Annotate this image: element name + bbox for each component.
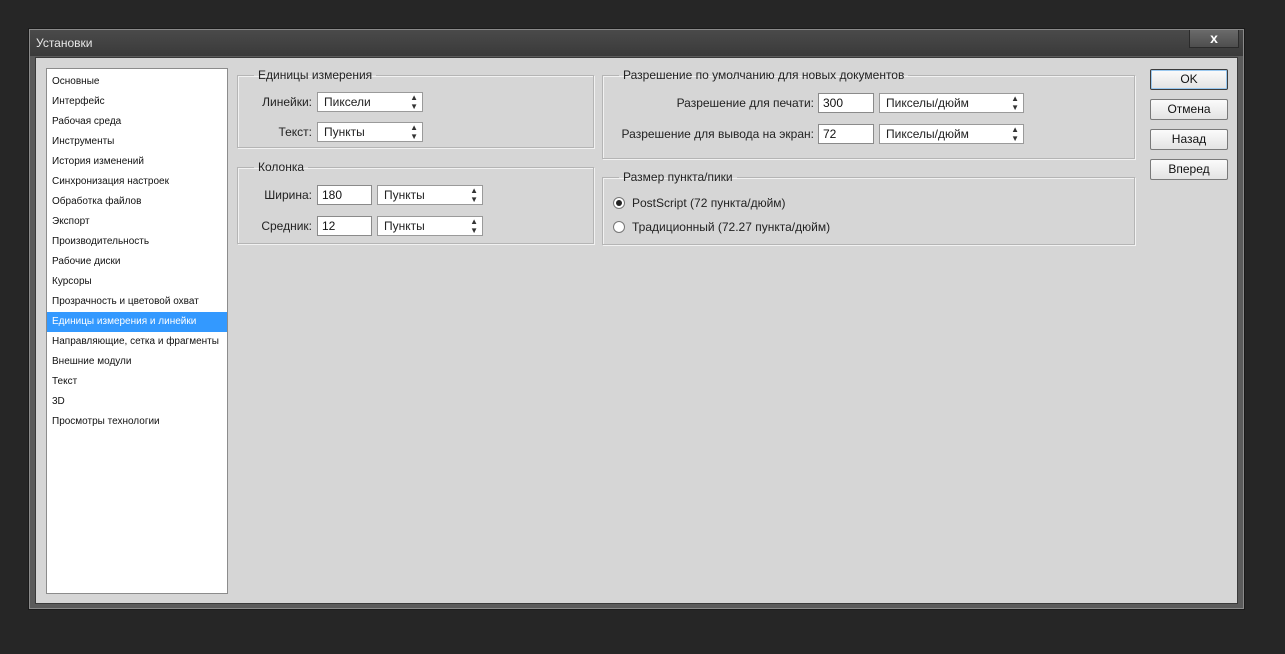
- rulers-unit-value: Пиксели: [324, 95, 371, 109]
- type-label: Текст:: [278, 125, 312, 139]
- sidebar-item[interactable]: Прозрачность и цветовой охват: [47, 292, 227, 312]
- select-arrows-icon: ▲ ▼: [410, 123, 418, 141]
- preferences-category-list[interactable]: Основные Интерфейс Рабочая среда Инструмент…: [46, 68, 228, 594]
- resolution-group-title: Разрешение по умолчанию для новых докуме…: [623, 68, 905, 82]
- print-resolution-label: Разрешение для печати:: [676, 96, 814, 110]
- sidebar-item[interactable]: Основные: [47, 72, 227, 92]
- gutter-input[interactable]: 12: [317, 216, 372, 236]
- sidebar-item[interactable]: Производительность: [47, 232, 227, 252]
- select-arrows-icon: ▲ ▼: [470, 217, 478, 235]
- sidebar-item[interactable]: Курсоры: [47, 272, 227, 292]
- print-resolution-unit-value: Пикселы/дюйм: [886, 96, 969, 110]
- sidebar-item[interactable]: Единицы измерения и линейки: [47, 312, 227, 332]
- column-width-label: Ширина:: [264, 188, 312, 202]
- select-arrows-icon: ▲ ▼: [410, 93, 418, 111]
- radio-label: PostScript (72 пункта/дюйм): [632, 196, 786, 210]
- radio-postscript[interactable]: PostScript (72 пункта/дюйм): [613, 194, 786, 212]
- sidebar-item[interactable]: Текст: [47, 372, 227, 392]
- sidebar-item[interactable]: Рабочая среда: [47, 112, 227, 132]
- close-button[interactable]: x: [1189, 30, 1239, 48]
- sidebar-item[interactable]: История изменений: [47, 152, 227, 172]
- print-resolution-unit-select[interactable]: Пикселы/дюйм ▲ ▼: [879, 93, 1024, 113]
- sidebar-item[interactable]: 3D: [47, 392, 227, 412]
- sidebar-item[interactable]: Рабочие диски: [47, 252, 227, 272]
- screen-resolution-unit-select[interactable]: Пикселы/дюйм ▲ ▼: [879, 124, 1024, 144]
- rulers-label: Линейки:: [262, 95, 312, 109]
- title-bar[interactable]: Установки x: [30, 30, 1243, 56]
- point-size-group-title: Размер пункта/пики: [623, 170, 733, 184]
- rulers-unit-select[interactable]: Пиксели ▲ ▼: [317, 92, 423, 112]
- preferences-window: Установки x Основные Интерфейс Рабочая сре…: [29, 29, 1244, 609]
- radio-button-unchecked[interactable]: [613, 221, 625, 233]
- prev-button[interactable]: Назад: [1150, 129, 1228, 150]
- sidebar-item[interactable]: Обработка файлов: [47, 192, 227, 212]
- sidebar-item[interactable]: Синхронизация настроек: [47, 172, 227, 192]
- ok-button[interactable]: OK: [1150, 69, 1228, 90]
- type-unit-select[interactable]: Пункты ▲ ▼: [317, 122, 423, 142]
- column-width-input[interactable]: 180: [317, 185, 372, 205]
- sidebar-item[interactable]: Интерфейс: [47, 92, 227, 112]
- select-arrows-icon: ▲ ▼: [1011, 125, 1019, 143]
- column-width-unit-select[interactable]: Пункты ▲ ▼: [377, 185, 483, 205]
- next-button[interactable]: Вперед: [1150, 159, 1228, 180]
- sidebar-item[interactable]: Инструменты: [47, 132, 227, 152]
- column-group-title: Колонка: [258, 160, 305, 174]
- sidebar-item[interactable]: Внешние модули: [47, 352, 227, 372]
- sidebar-item[interactable]: Просмотры технологии: [47, 412, 227, 432]
- type-unit-value: Пункты: [324, 125, 365, 139]
- radio-traditional[interactable]: Традиционный (72.27 пункта/дюйм): [613, 218, 830, 236]
- cancel-button[interactable]: Отмена: [1150, 99, 1228, 120]
- column-width-unit-value: Пункты: [384, 188, 425, 202]
- select-arrows-icon: ▲ ▼: [470, 186, 478, 204]
- screen-resolution-unit-value: Пикселы/дюйм: [886, 127, 969, 141]
- units-group-title: Единицы измерения: [258, 68, 373, 82]
- resolution-group: Разрешение по умолчанию для новых докуме…: [602, 68, 1135, 159]
- gutter-unit-value: Пункты: [384, 219, 425, 233]
- close-icon: x: [1210, 30, 1218, 46]
- radio-label: Традиционный (72.27 пункта/дюйм): [632, 220, 831, 234]
- radio-button-checked[interactable]: [613, 197, 625, 209]
- gutter-unit-select[interactable]: Пункты ▲ ▼: [377, 216, 483, 236]
- screen-resolution-label: Разрешение для вывода на экран:: [621, 127, 814, 141]
- sidebar-item[interactable]: Направляющие, сетка и фрагменты: [47, 332, 227, 352]
- gutter-label: Средник:: [261, 219, 312, 233]
- point-size-group: Размер пункта/пики PostScript (72 пункта…: [602, 170, 1135, 245]
- screen-resolution-input[interactable]: 72: [818, 124, 874, 144]
- select-arrows-icon: ▲ ▼: [1011, 94, 1019, 112]
- sidebar-item[interactable]: Экспорт: [47, 212, 227, 232]
- print-resolution-input[interactable]: 300: [818, 93, 874, 113]
- window-title: Установки: [36, 36, 93, 50]
- dialog-body: Основные Интерфейс Рабочая среда Инструмент…: [35, 57, 1238, 604]
